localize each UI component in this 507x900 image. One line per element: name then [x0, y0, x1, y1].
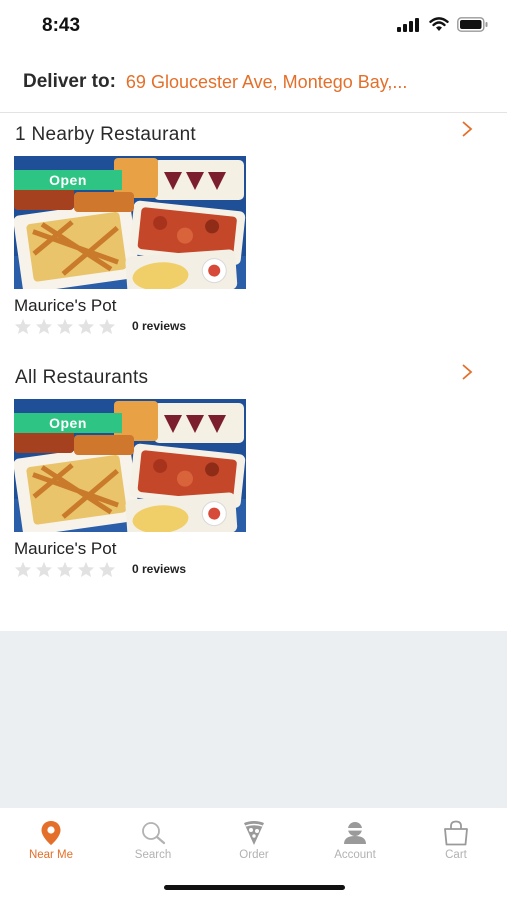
star-icon	[36, 318, 52, 334]
tab-label: Near Me	[28, 849, 74, 861]
shopping-bag-icon	[444, 820, 468, 846]
open-badge: Open	[14, 413, 122, 433]
home-indicator[interactable]	[164, 885, 345, 890]
status-bar: 8:43	[0, 0, 507, 52]
search-icon	[142, 822, 166, 845]
restaurant-image[interactable]: Open	[14, 156, 246, 289]
star-icon	[78, 561, 94, 577]
restaurant-image[interactable]: Open	[14, 399, 246, 532]
empty-background-area	[0, 631, 507, 808]
star-icon	[99, 318, 115, 334]
restaurant-rating: 0 reviews	[14, 561, 246, 577]
tab-order[interactable]: Order	[214, 820, 294, 861]
location-pin-icon	[41, 821, 61, 845]
restaurant-card[interactable]: Open Maurice's Pot 0 reviews	[14, 156, 246, 334]
tab-account[interactable]: Account	[315, 820, 395, 861]
restaurant-name[interactable]: Maurice's Pot	[14, 539, 246, 559]
tab-label: Account	[334, 849, 376, 861]
star-rating	[14, 318, 116, 334]
section-title: 1 Nearby Restaurant	[15, 124, 197, 145]
star-rating	[14, 561, 116, 577]
chevron-right-icon[interactable]	[461, 363, 473, 381]
restaurant-name[interactable]: Maurice's Pot	[14, 296, 246, 316]
tab-label: Order	[239, 849, 269, 861]
tab-label: Cart	[445, 849, 467, 861]
deliver-to-label: Deliver to:	[23, 71, 116, 92]
star-icon	[99, 561, 115, 577]
tab-near-me[interactable]: Near Me	[11, 820, 91, 861]
star-icon	[15, 318, 31, 334]
reviews-count: 0 reviews	[132, 562, 187, 576]
wifi-icon	[429, 17, 449, 31]
user-icon	[344, 822, 366, 844]
tab-cart[interactable]: Cart	[416, 820, 496, 861]
star-icon	[78, 318, 94, 334]
tab-search[interactable]: Search	[113, 820, 193, 861]
cellular-signal-icon	[397, 17, 419, 32]
delivery-address-bar[interactable]: Deliver to: 69 Gloucester Ave, Montego B…	[0, 52, 507, 113]
restaurant-rating: 0 reviews	[14, 318, 246, 334]
section-title: All Restaurants	[15, 367, 149, 388]
battery-icon	[457, 17, 488, 32]
status-icons	[397, 17, 489, 32]
star-icon	[36, 561, 52, 577]
star-icon	[57, 318, 73, 334]
tab-label: Search	[134, 849, 172, 861]
star-icon	[15, 561, 31, 577]
open-badge: Open	[14, 170, 122, 190]
status-time: 8:43	[42, 15, 81, 36]
restaurant-card[interactable]: Open Maurice's Pot 0 reviews	[14, 399, 246, 577]
chevron-right-icon[interactable]	[461, 120, 473, 138]
star-icon	[57, 561, 73, 577]
delivery-address[interactable]: 69 Gloucester Ave, Montego Bay,...	[126, 72, 408, 93]
reviews-count: 0 reviews	[132, 319, 187, 333]
pizza-slice-icon	[244, 821, 264, 845]
